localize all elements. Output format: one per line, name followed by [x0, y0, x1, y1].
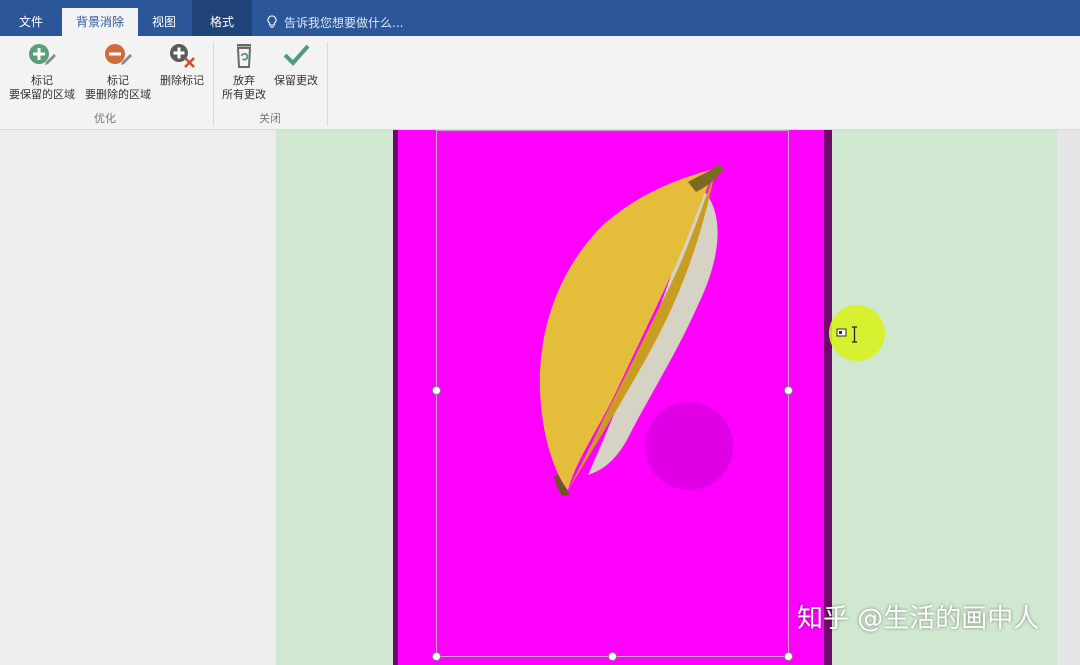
- tell-me-label: 告诉我您想要做什么...: [284, 15, 404, 30]
- keep-check-icon: [283, 44, 310, 66]
- ribbon-tab-bar: 文件 背景消除 视图 格式 告诉我您想要做什么...: [0, 0, 1080, 36]
- group-separator: [213, 42, 214, 126]
- tab-format[interactable]: 格式: [192, 0, 252, 36]
- tab-view[interactable]: 视图: [138, 0, 190, 36]
- ribbon: 标记 要保留的区域 标记 要删除的区域 删除标记 优化 放弃 所有更改 保留更改…: [0, 36, 1080, 130]
- canvas-margin-right: [1057, 130, 1080, 665]
- mark-remove-minus-icon: [105, 44, 132, 65]
- resize-handle-bottom-left[interactable]: [432, 652, 441, 661]
- group-label-optimize: 优化: [94, 112, 116, 125]
- resize-handle-bottom-right[interactable]: [784, 652, 793, 661]
- resize-handle-bottom[interactable]: [608, 652, 617, 661]
- group-separator: [327, 42, 328, 126]
- resize-handle-right[interactable]: [784, 386, 793, 395]
- keep-changes-label: 保留更改: [274, 74, 318, 87]
- delete-mark-icon: [170, 44, 195, 68]
- tab-background-removal[interactable]: 背景消除: [62, 8, 138, 36]
- tell-me-search[interactable]: 告诉我您想要做什么...: [266, 14, 403, 30]
- mark-remove-line2: 要删除的区域: [85, 88, 151, 101]
- mark-remove-button[interactable]: 标记 要删除的区域: [82, 41, 154, 102]
- watermark: 知乎 @生活的画中人: [797, 604, 1040, 634]
- delete-mark-button[interactable]: 删除标记: [156, 41, 208, 88]
- discard-line2: 所有更改: [222, 88, 266, 101]
- mark-keep-line2: 要保留的区域: [9, 88, 75, 101]
- mark-keep-plus-icon: [29, 44, 56, 65]
- group-label-close: 关闭: [259, 112, 281, 125]
- delete-mark-label: 删除标记: [160, 74, 204, 87]
- mark-keep-line1: 标记: [31, 74, 53, 87]
- discard-changes-button[interactable]: 放弃 所有更改: [218, 41, 270, 102]
- tab-file[interactable]: 文件: [0, 0, 62, 36]
- mark-keep-button[interactable]: 标记 要保留的区域: [6, 41, 78, 102]
- canvas-margin-left: [0, 130, 276, 665]
- resize-handle-left[interactable]: [432, 386, 441, 395]
- selection-box[interactable]: [436, 130, 789, 657]
- mark-remove-line1: 标记: [107, 74, 129, 87]
- keep-changes-button[interactable]: 保留更改: [270, 41, 322, 88]
- discard-line1: 放弃: [233, 74, 255, 87]
- text-cursor-icon: [836, 326, 857, 343]
- lightbulb-icon: [267, 15, 277, 28]
- discard-trash-icon: [236, 44, 252, 68]
- document-canvas: 知乎 @生活的画中人: [0, 130, 1080, 665]
